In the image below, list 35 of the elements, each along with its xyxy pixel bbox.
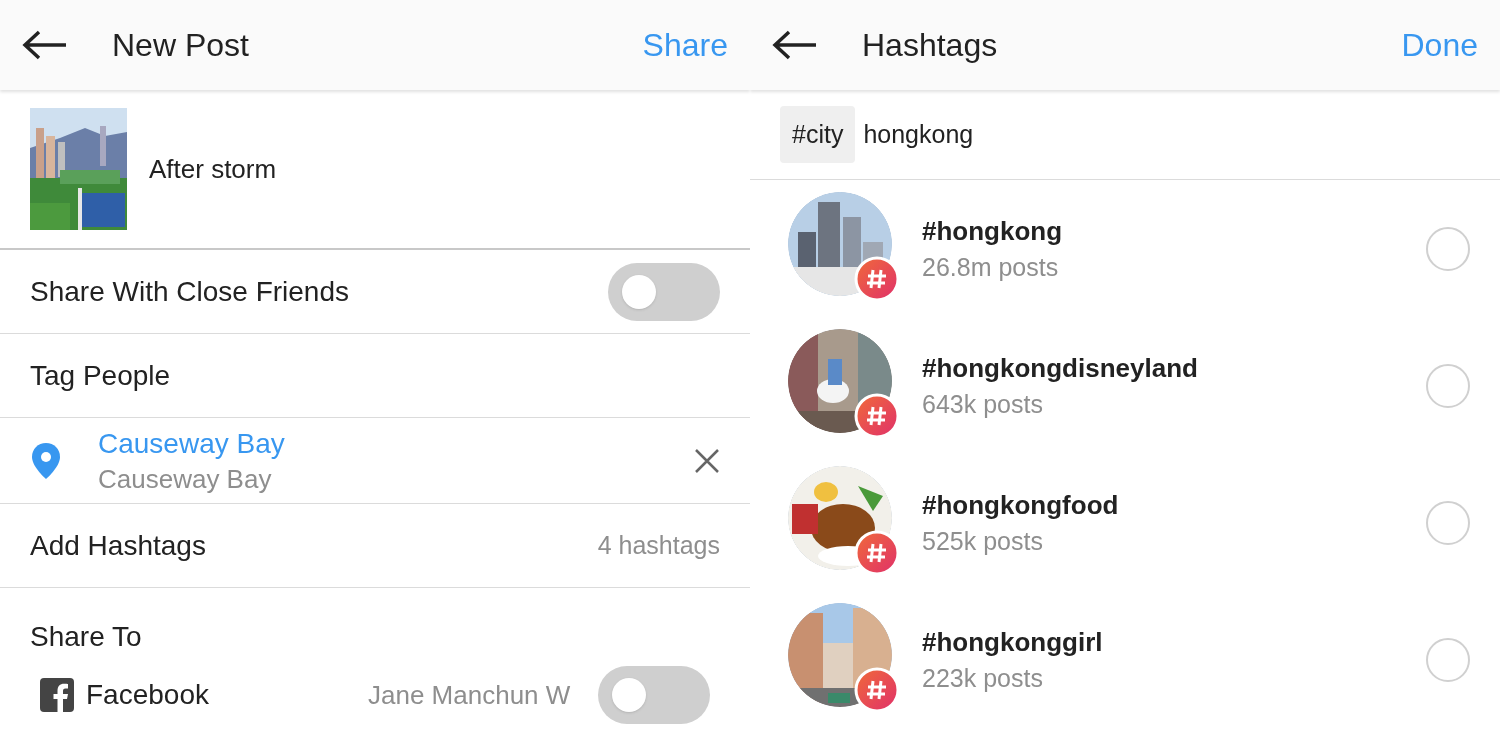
close-icon[interactable] <box>694 447 720 474</box>
add-hashtags-item[interactable]: Add Hashtags <box>30 524 598 567</box>
radio-button[interactable] <box>1426 363 1470 408</box>
caption-text: After storm <box>149 152 277 186</box>
account-name: Jane Manchun W <box>368 678 572 712</box>
radio-button[interactable] <box>1426 226 1470 271</box>
hashtag-count: 4 hashtags <box>597 529 720 561</box>
hashtag-search-field[interactable]: hongkong <box>863 115 1470 154</box>
hashtag-name: #hongkongdisneyland <box>922 351 1199 385</box>
post-count: 26.8m posts <box>922 251 1060 283</box>
hashtag-badge-icon <box>854 255 900 302</box>
radio-button[interactable] <box>1426 637 1470 682</box>
setting-label: Share With Close Friends <box>30 274 350 309</box>
network-name: Facebook <box>86 678 210 712</box>
screen-title: New Post <box>112 26 250 65</box>
back-arrow-icon[interactable] <box>772 30 818 60</box>
post-count: 525k posts <box>922 525 1044 557</box>
hashtag-name: #hongkongfood <box>922 488 1120 522</box>
hashtag-badge-icon <box>854 392 900 439</box>
facebook-icon <box>40 678 74 712</box>
post-count: 223k posts <box>922 662 1044 694</box>
hashtag-name: #hongkonggirl <box>922 625 1104 659</box>
hashtag-badge-icon <box>854 529 900 576</box>
hashtag-badge-icon <box>854 666 900 713</box>
tag-people-item[interactable]: Tag People <box>30 354 171 397</box>
location-pin-icon <box>32 442 60 479</box>
location-name: Causeway Bay <box>98 426 286 461</box>
screen-title: Hashtags <box>862 26 999 65</box>
hashtag-name: #hongkong <box>922 214 1064 248</box>
back-arrow-icon[interactable] <box>22 30 68 60</box>
post-count: 643k posts <box>922 388 1044 420</box>
section-heading: Share To <box>30 621 142 652</box>
radio-button[interactable] <box>1426 500 1470 545</box>
hashtag-chip[interactable]: #city <box>780 105 856 164</box>
location-address: Causeway Bay <box>98 462 273 496</box>
